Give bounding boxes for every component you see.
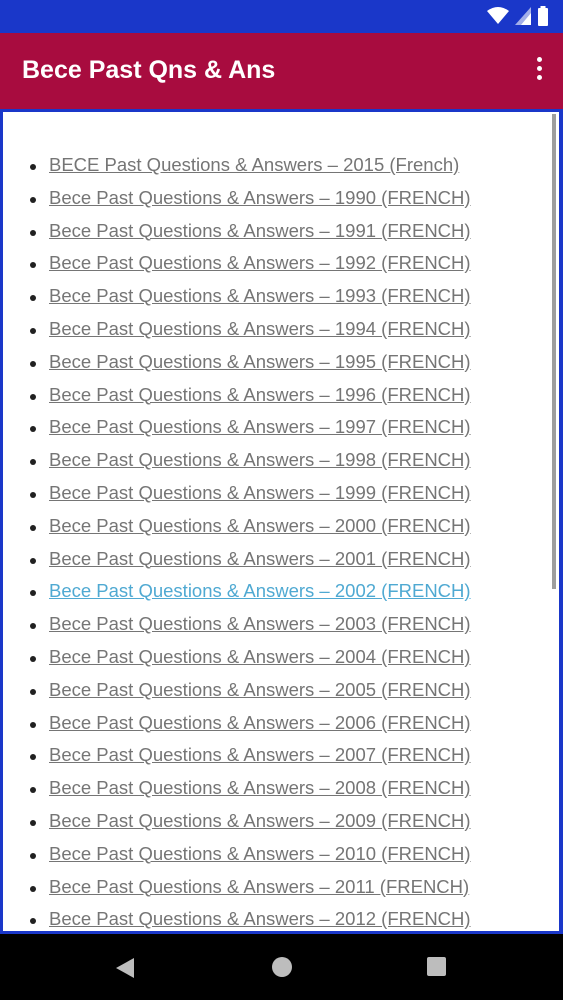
- past-question-link[interactable]: Bece Past Questions & Answers – 2012 (FR…: [49, 908, 471, 930]
- bullet-icon: [30, 754, 36, 761]
- list-item: Bece Past Questions & Answers – 1994 (FR…: [3, 314, 543, 347]
- bullet-icon: [30, 590, 36, 597]
- past-question-link[interactable]: Bece Past Questions & Answers – 1991 (FR…: [49, 220, 471, 242]
- past-question-link[interactable]: Bece Past Questions & Answers – 2010 (FR…: [49, 843, 471, 865]
- bullet-icon: [30, 623, 36, 630]
- app-bar: Bece Past Qns & Ans: [0, 33, 563, 109]
- list-item: Bece Past Questions & Answers – 2007 (FR…: [3, 740, 543, 773]
- list-item: Bece Past Questions & Answers – 1997 (FR…: [3, 412, 543, 445]
- list-item: Bece Past Questions & Answers – 1991 (FR…: [3, 216, 543, 249]
- bullet-icon: [30, 819, 36, 826]
- past-question-link[interactable]: Bece Past Questions & Answers – 2005 (FR…: [49, 679, 471, 701]
- app-title: Bece Past Qns & Ans: [22, 56, 276, 84]
- list-item: Bece Past Questions & Answers – 2012 (FR…: [3, 904, 543, 931]
- list-item: Bece Past Questions & Answers – 2003 (FR…: [3, 609, 543, 642]
- bullet-icon: [30, 524, 36, 531]
- past-question-link[interactable]: Bece Past Questions & Answers – 2011 (FR…: [49, 876, 469, 898]
- bullet-icon: [30, 655, 36, 662]
- bullet-icon: [30, 885, 36, 892]
- home-icon[interactable]: [271, 956, 293, 978]
- webview-content[interactable]: BECE Past Questions & Answers – 2015 (Fr…: [3, 112, 559, 931]
- past-question-link[interactable]: Bece Past Questions & Answers – 2008 (FR…: [49, 777, 471, 799]
- list-item: Bece Past Questions & Answers – 2001 (FR…: [3, 544, 543, 577]
- bullet-icon: [30, 459, 36, 466]
- past-question-link[interactable]: Bece Past Questions & Answers – 2007 (FR…: [49, 744, 471, 766]
- list-item: Bece Past Questions & Answers – 1998 (FR…: [3, 445, 543, 478]
- list-item: Bece Past Questions & Answers – 2011 (FR…: [3, 872, 543, 905]
- past-question-link[interactable]: Bece Past Questions & Answers – 1998 (FR…: [49, 449, 471, 471]
- bullet-icon: [30, 426, 36, 433]
- bullet-icon: [30, 557, 36, 564]
- past-question-link[interactable]: Bece Past Questions & Answers – 1990 (FR…: [49, 187, 471, 209]
- bullet-icon: [30, 393, 36, 400]
- content-frame: BECE Past Questions & Answers – 2015 (Fr…: [0, 109, 563, 934]
- bullet-icon: [30, 688, 36, 695]
- past-question-link[interactable]: Bece Past Questions & Answers – 2004 (FR…: [49, 646, 471, 668]
- list-item: Bece Past Questions & Answers – 1995 (FR…: [3, 347, 543, 380]
- list-item: Bece Past Questions & Answers – 1999 (FR…: [3, 478, 543, 511]
- past-question-link[interactable]: Bece Past Questions & Answers – 2003 (FR…: [49, 613, 471, 635]
- list-item: Bece Past Questions & Answers – 2002 (FR…: [3, 576, 543, 609]
- past-question-link[interactable]: Bece Past Questions & Answers – 1994 (FR…: [49, 318, 471, 340]
- bullet-icon: [30, 360, 36, 367]
- list-item: Bece Past Questions & Answers – 2008 (FR…: [3, 773, 543, 806]
- bullet-icon: [30, 721, 36, 728]
- status-icons: [487, 6, 549, 26]
- bullet-icon: [30, 196, 36, 203]
- link-list: BECE Past Questions & Answers – 2015 (Fr…: [3, 150, 543, 931]
- past-question-link[interactable]: Bece Past Questions & Answers – 1996 (FR…: [49, 384, 471, 406]
- battery-icon: [538, 6, 548, 26]
- more-vert-icon[interactable]: [533, 57, 545, 87]
- list-item: Bece Past Questions & Answers – 1996 (FR…: [3, 380, 543, 413]
- bullet-icon: [30, 491, 36, 498]
- past-question-link[interactable]: Bece Past Questions & Answers – 2002 (FR…: [49, 580, 471, 602]
- list-item: Bece Past Questions & Answers – 1990 (FR…: [3, 183, 543, 216]
- list-item: Bece Past Questions & Answers – 2006 (FR…: [3, 708, 543, 741]
- bullet-icon: [30, 787, 36, 794]
- list-item: Bece Past Questions & Answers – 2004 (FR…: [3, 642, 543, 675]
- list-item: Bece Past Questions & Answers – 1992 (FR…: [3, 248, 543, 281]
- navigation-bar: [0, 934, 563, 1000]
- bullet-icon: [30, 852, 36, 859]
- past-question-link[interactable]: Bece Past Questions & Answers – 2000 (FR…: [49, 515, 471, 537]
- past-question-link[interactable]: Bece Past Questions & Answers – 1997 (FR…: [49, 416, 471, 438]
- past-question-link[interactable]: Bece Past Questions & Answers – 1995 (FR…: [49, 351, 471, 373]
- recents-icon[interactable]: [426, 956, 448, 978]
- bullet-icon: [30, 295, 36, 302]
- past-question-link[interactable]: Bece Past Questions & Answers – 1992 (FR…: [49, 252, 471, 274]
- scrollbar[interactable]: [552, 114, 556, 589]
- past-question-link[interactable]: Bece Past Questions & Answers – 1993 (FR…: [49, 285, 471, 307]
- bullet-icon: [30, 327, 36, 334]
- past-question-link[interactable]: Bece Past Questions & Answers – 2001 (FR…: [49, 548, 471, 570]
- list-item: BECE Past Questions & Answers – 2015 (Fr…: [3, 150, 543, 183]
- list-item: Bece Past Questions & Answers – 2005 (FR…: [3, 675, 543, 708]
- past-question-link[interactable]: BECE Past Questions & Answers – 2015 (Fr…: [49, 154, 459, 176]
- cell-signal-icon: [515, 7, 531, 25]
- list-item: Bece Past Questions & Answers – 1993 (FR…: [3, 281, 543, 314]
- past-question-link[interactable]: Bece Past Questions & Answers – 1999 (FR…: [49, 482, 471, 504]
- past-question-link[interactable]: Bece Past Questions & Answers – 2006 (FR…: [49, 712, 471, 734]
- back-icon[interactable]: [114, 956, 136, 980]
- list-item: Bece Past Questions & Answers – 2000 (FR…: [3, 511, 543, 544]
- wifi-icon: [487, 7, 509, 24]
- bullet-icon: [30, 918, 36, 925]
- bullet-icon: [30, 229, 36, 236]
- list-item: Bece Past Questions & Answers – 2010 (FR…: [3, 839, 543, 872]
- past-question-link[interactable]: Bece Past Questions & Answers – 2009 (FR…: [49, 810, 471, 832]
- bullet-icon: [30, 164, 36, 170]
- bullet-icon: [30, 262, 36, 269]
- list-item: Bece Past Questions & Answers – 2009 (FR…: [3, 806, 543, 839]
- status-bar: [0, 0, 563, 33]
